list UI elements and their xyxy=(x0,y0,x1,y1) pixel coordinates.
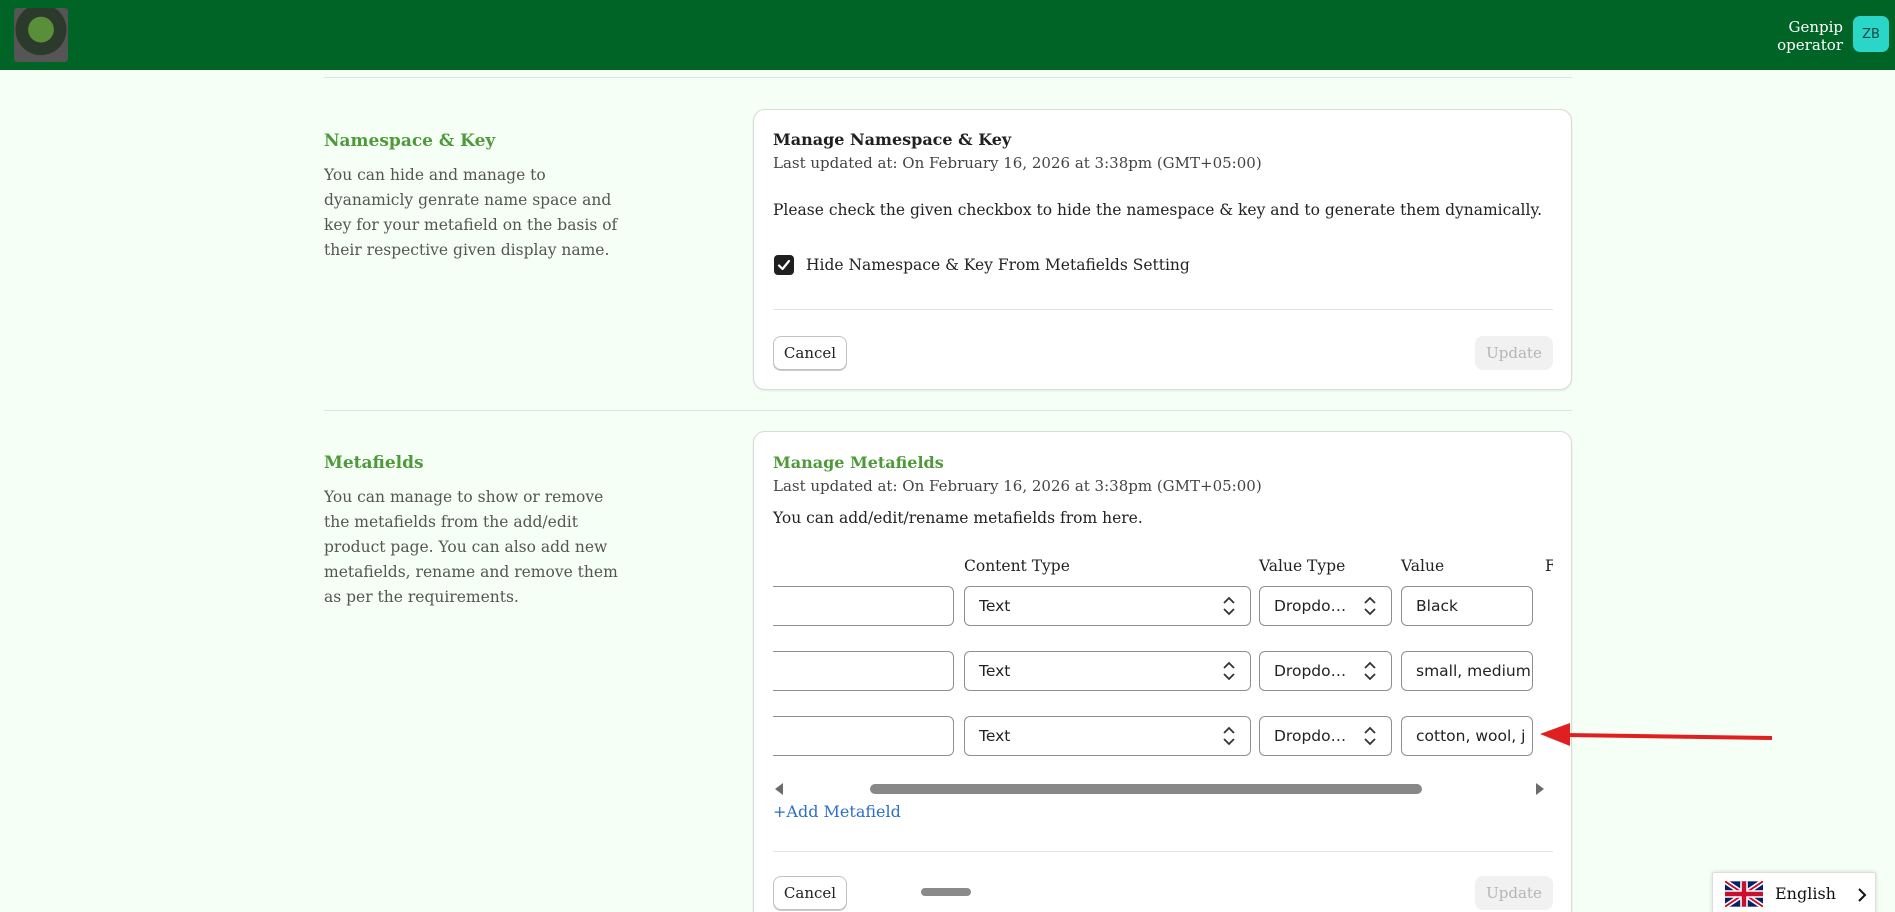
column-header-value: Value xyxy=(1401,557,1445,575)
uk-flag-icon xyxy=(1725,881,1763,907)
select-chevron-icon xyxy=(1364,726,1376,746)
language-selector[interactable]: English xyxy=(1712,872,1876,912)
vertical-scroll-indicator[interactable] xyxy=(921,888,971,896)
select-chevron-icon xyxy=(1223,726,1235,746)
column-header-partial: F xyxy=(1545,557,1553,575)
metafield-name-input[interactable] xyxy=(773,651,954,691)
namespace-last-updated: Last updated at: On February 16, 2026 at… xyxy=(773,154,1262,172)
content-type-value: Text xyxy=(979,597,1011,615)
annotation-arrow-icon xyxy=(1540,723,1773,746)
user-name-line1: Genpip xyxy=(1788,18,1843,36)
scroll-left-arrow-icon[interactable] xyxy=(773,782,785,796)
metafield-row: Text Dropdo… cotton, wool, j xyxy=(773,716,1553,758)
hide-namespace-label[interactable]: Hide Namespace & Key From Metafields Set… xyxy=(806,256,1190,274)
metafield-name-input[interactable] xyxy=(773,716,954,756)
language-label: English xyxy=(1775,884,1836,903)
column-header-content-type: Content Type xyxy=(964,557,1070,575)
top-bar: Genpip operator ZB xyxy=(0,0,1895,70)
add-metafield-link[interactable]: +Add Metafield xyxy=(773,802,901,821)
namespace-cancel-button[interactable]: Cancel xyxy=(773,336,847,370)
avatar[interactable]: ZB xyxy=(1853,16,1889,52)
user-name-line2: operator xyxy=(1777,36,1843,54)
value-type-select[interactable]: Dropdo… xyxy=(1259,651,1392,691)
select-chevron-icon xyxy=(1223,596,1235,616)
value-type-select[interactable]: Dropdo… xyxy=(1259,716,1392,756)
section-divider xyxy=(324,77,1572,78)
horizontal-scrollbar-thumb[interactable] xyxy=(870,784,1422,794)
metafields-instruction: You can add/edit/rename metafields from … xyxy=(773,509,1143,527)
content-type-select[interactable]: Text xyxy=(964,586,1251,626)
metafields-update-button[interactable]: Update xyxy=(1475,876,1553,910)
value-type-value: Dropdo… xyxy=(1274,662,1347,680)
content-type-value: Text xyxy=(979,662,1011,680)
value-input[interactable]: cotton, wool, j xyxy=(1401,716,1533,756)
metafields-last-updated: Last updated at: On February 16, 2026 at… xyxy=(773,477,1262,495)
section-divider xyxy=(324,410,1572,411)
select-chevron-icon xyxy=(1223,661,1235,681)
metafields-section-description: You can manage to show or remove the met… xyxy=(324,488,618,606)
value-input[interactable]: Black xyxy=(1401,586,1533,626)
user-menu[interactable]: Genpip operator xyxy=(1777,18,1843,54)
namespace-update-button[interactable]: Update xyxy=(1475,336,1553,370)
card-divider xyxy=(773,309,1553,310)
store-logo[interactable] xyxy=(14,8,68,62)
scroll-right-arrow-icon[interactable] xyxy=(1534,782,1546,796)
metafields-card: Manage Metafields Last updated at: On Fe… xyxy=(753,431,1572,912)
metafields-card-title: Manage Metafields xyxy=(773,453,944,472)
checkmark-icon xyxy=(777,259,791,271)
chevron-right-icon xyxy=(1858,888,1867,902)
namespace-card-title: Manage Namespace & Key xyxy=(773,130,1012,149)
value-type-value: Dropdo… xyxy=(1274,727,1347,745)
namespace-section-description: You can hide and manage to dyanamicly ge… xyxy=(324,166,618,259)
select-chevron-icon xyxy=(1364,661,1376,681)
value-type-select[interactable]: Dropdo… xyxy=(1259,586,1392,626)
value-input[interactable]: small, medium xyxy=(1401,651,1533,691)
content-type-value: Text xyxy=(979,727,1011,745)
select-chevron-icon xyxy=(1364,596,1376,616)
namespace-section-title: Namespace & Key xyxy=(324,131,496,151)
namespace-card: Manage Namespace & Key Last updated at: … xyxy=(753,109,1572,390)
metafields-section-title: Metafields xyxy=(324,453,424,473)
metafields-table: Content Type Value Type Value F Text Dro… xyxy=(773,552,1553,712)
hide-namespace-checkbox[interactable] xyxy=(774,255,794,275)
content-type-select[interactable]: Text xyxy=(964,651,1251,691)
value-type-value: Dropdo… xyxy=(1274,597,1347,615)
namespace-instruction: Please check the given checkbox to hide … xyxy=(773,201,1543,219)
column-header-value-type: Value Type xyxy=(1259,557,1346,575)
content-type-select[interactable]: Text xyxy=(964,716,1251,756)
card-divider xyxy=(773,851,1553,852)
metafields-cancel-button[interactable]: Cancel xyxy=(773,876,847,910)
metafield-name-input[interactable] xyxy=(773,586,954,626)
